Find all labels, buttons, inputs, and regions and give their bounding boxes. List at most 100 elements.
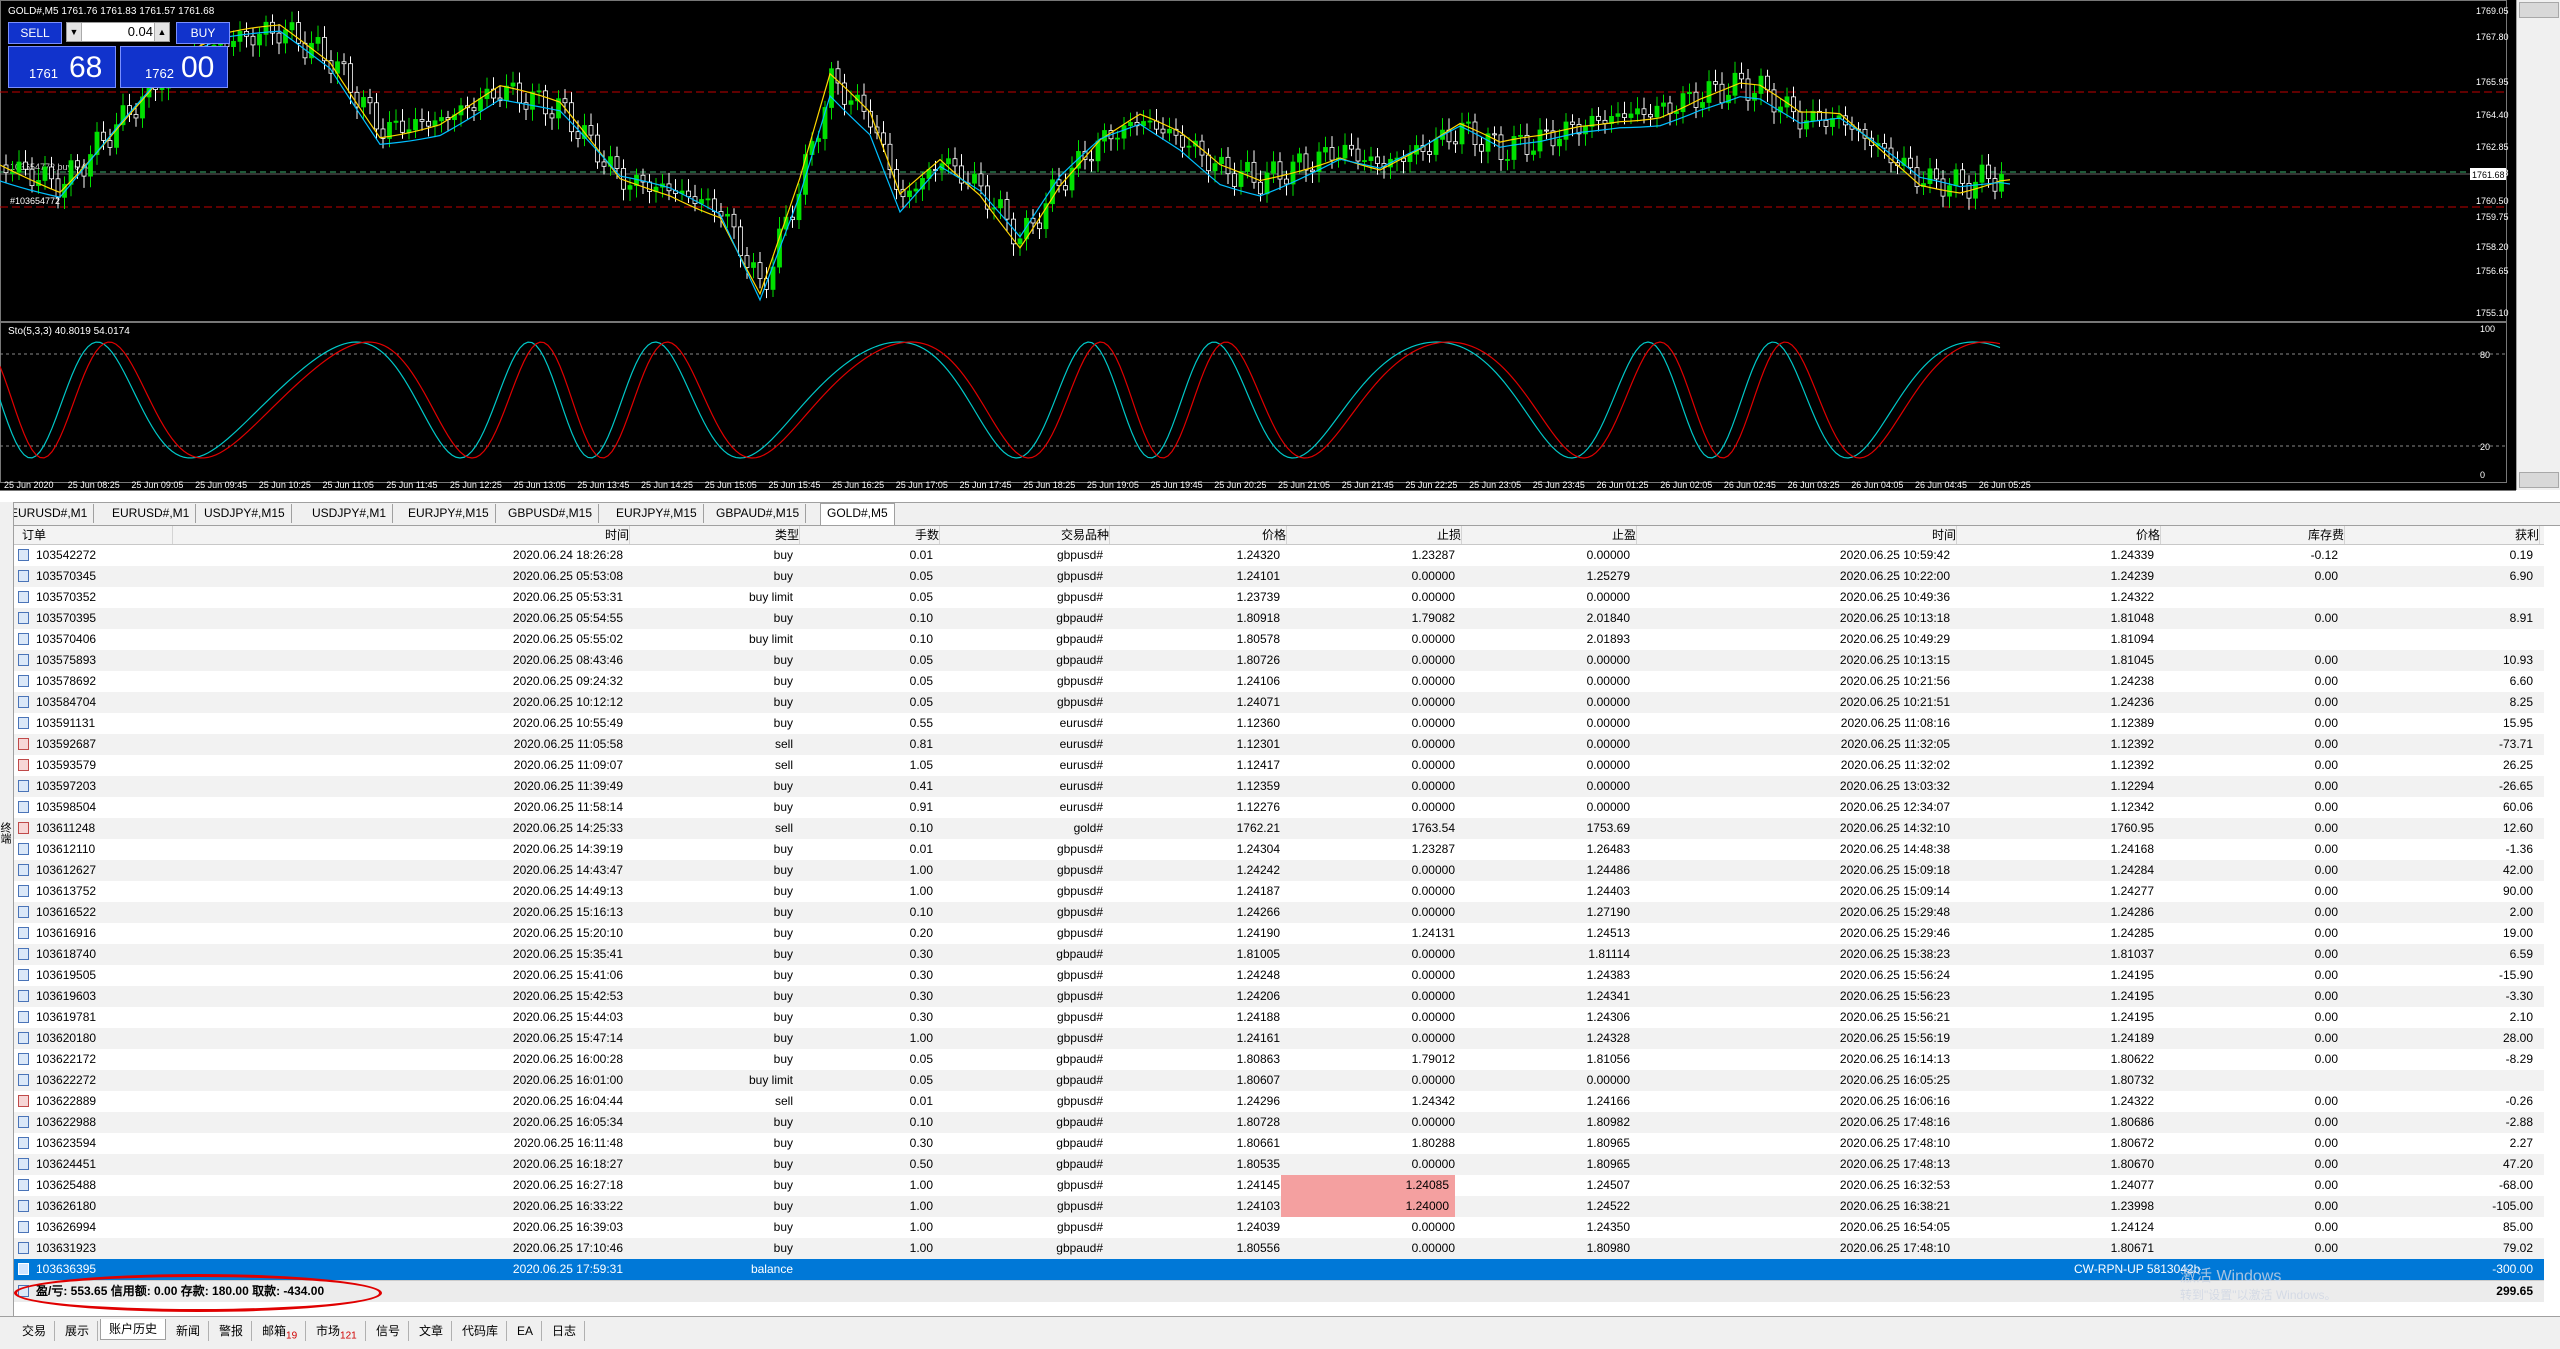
chart-tab[interactable]: EURJPY#,M15 bbox=[610, 504, 704, 523]
table-row[interactable]: 103613752 2020.06.25 14:49:13 buy 1.00 gbpus… bbox=[14, 881, 2544, 902]
table-row[interactable]: 103570406 2020.06.25 05:55:02 buy limit 0.1… bbox=[14, 629, 2544, 650]
terminal-tab[interactable]: 警报 bbox=[211, 1321, 253, 1341]
column-header[interactable]: 时间 bbox=[1641, 526, 1957, 544]
table-cell: 1.24166 bbox=[1586, 1094, 1630, 1108]
candle bbox=[101, 131, 106, 141]
column-header[interactable]: 价格 bbox=[1960, 526, 2161, 544]
column-header[interactable]: 获利 bbox=[2349, 526, 2540, 544]
table-cell: buy bbox=[773, 611, 793, 625]
table-row[interactable]: 103626180 2020.06.25 16:33:22 buy 1.00 gbpus… bbox=[14, 1196, 2544, 1217]
column-header[interactable]: 手数 bbox=[804, 526, 940, 544]
table-row[interactable]: 103570352 2020.06.25 05:53:31 buy limit 0.0… bbox=[14, 587, 2544, 608]
table-row[interactable]: 103616916 2020.06.25 15:20:10 buy 0.20 gbpus… bbox=[14, 923, 2544, 944]
candle bbox=[1979, 164, 1985, 183]
table-row[interactable]: 103597203 2020.06.25 11:39:49 buy 0.41 eurus… bbox=[14, 776, 2544, 797]
chart-tab[interactable]: GBPUSD#,M15 bbox=[502, 504, 600, 523]
table-row[interactable]: 103612110 2020.06.25 14:39:19 buy 0.01 gbpus… bbox=[14, 839, 2544, 860]
chart-side-scrollbar[interactable] bbox=[2516, 0, 2560, 490]
scroll-down-icon[interactable] bbox=[2519, 472, 2559, 488]
table-cell: 103622172 bbox=[36, 1052, 97, 1066]
table-row[interactable]: 103598504 2020.06.25 11:58:14 buy 0.91 eurus… bbox=[14, 797, 2544, 818]
chart-tab[interactable]: EURUSD#,M1 bbox=[4, 504, 95, 523]
lot-size-input[interactable]: ▼ 0.04 ▲ bbox=[66, 22, 170, 42]
table-row[interactable]: 103593579 2020.06.25 11:09:07 sell 1.05 euru… bbox=[14, 755, 2544, 776]
chart-tab[interactable]: EURJPY#,M15 bbox=[402, 504, 496, 523]
table-row[interactable]: 103575893 2020.06.25 08:43:46 buy 0.05 gbpau… bbox=[14, 650, 2544, 671]
candle bbox=[439, 117, 444, 122]
table-row[interactable]: 103570395 2020.06.25 05:54:55 buy 0.10 gbpau… bbox=[14, 608, 2544, 629]
table-row[interactable]: 103624451 2020.06.25 16:18:27 buy 0.50 gbpau… bbox=[14, 1154, 2544, 1175]
stochastic-chart[interactable]: Sto(5,3,3) 40.8019 54.0174 100 80 20 0 25 Jun… bbox=[0, 322, 2516, 490]
deal-icon bbox=[18, 927, 29, 939]
terminal-tab[interactable]: 账户历史 bbox=[100, 1319, 167, 1340]
terminal-tab[interactable]: 市场121 bbox=[308, 1321, 366, 1341]
table-row[interactable]: 103622272 2020.06.25 16:01:00 buy limit 0.0… bbox=[14, 1070, 2544, 1091]
chart-tab[interactable]: GOLD#,M5 bbox=[820, 503, 895, 525]
terminal-tab[interactable]: EA bbox=[509, 1321, 543, 1341]
column-header[interactable]: 时间 bbox=[174, 526, 630, 544]
table-row[interactable]: 103542272 2020.06.24 18:26:28 buy 0.01 gbpus… bbox=[14, 545, 2544, 566]
chart-tab[interactable]: EURUSD#,M1 bbox=[106, 504, 197, 523]
table-row[interactable]: 103611248 2020.06.25 14:25:33 sell 0.10 gold… bbox=[14, 818, 2544, 839]
table-row[interactable]: 103578692 2020.06.25 09:24:32 buy 0.05 gbpus… bbox=[14, 671, 2544, 692]
terminal-tab[interactable]: 邮箱19 bbox=[254, 1321, 307, 1341]
terminal-tab[interactable]: 代码库 bbox=[454, 1321, 508, 1341]
table-row[interactable]: 103622889 2020.06.25 16:04:44 sell 0.01 gbpu… bbox=[14, 1091, 2544, 1112]
chart-tab[interactable]: GBPAUD#,M15 bbox=[710, 504, 807, 523]
sell-price-box[interactable]: 1761 68 bbox=[8, 46, 116, 88]
table-row[interactable]: 103618740 2020.06.25 15:35:41 buy 0.30 gbpau… bbox=[14, 944, 2544, 965]
table-row[interactable]: 103584704 2020.06.25 10:12:12 buy 0.05 gbpus… bbox=[14, 692, 2544, 713]
table-row[interactable]: 103619505 2020.06.25 15:41:06 buy 0.30 gbpus… bbox=[14, 965, 2544, 986]
terminal-tab[interactable]: 展示 bbox=[57, 1321, 99, 1341]
candle bbox=[1791, 96, 1796, 113]
table-row[interactable]: 103625488 2020.06.25 16:27:18 buy 1.00 gbpus… bbox=[14, 1175, 2544, 1196]
balance-row[interactable]: 103636395 2020.06.25 17:59:31 balance CW-RP… bbox=[14, 1259, 2544, 1280]
terminal-side-bar[interactable]: 终端 bbox=[0, 502, 14, 1348]
candle bbox=[29, 168, 35, 187]
table-row[interactable]: 103623594 2020.06.25 16:11:48 buy 0.30 gbpau… bbox=[14, 1133, 2544, 1154]
terminal-tab[interactable]: 交易 bbox=[14, 1321, 56, 1341]
table-cell: 103613752 bbox=[36, 884, 97, 898]
table-row[interactable]: 103619781 2020.06.25 15:44:03 buy 0.30 gbpus… bbox=[14, 1007, 2544, 1028]
chart-tab[interactable]: USDJPY#,M1 bbox=[306, 504, 394, 523]
chart-window[interactable]: GOLD#,M5 1761.76 1761.83 1761.57 1761.68… bbox=[0, 0, 2516, 491]
lot-size-value[interactable]: 0.04 bbox=[83, 23, 153, 41]
lot-decrease-icon[interactable]: ▼ bbox=[67, 23, 82, 41]
chart-tab[interactable]: USDJPY#,M15 bbox=[198, 504, 292, 523]
candle bbox=[419, 119, 425, 122]
column-header[interactable]: 订单 bbox=[22, 526, 173, 544]
column-header[interactable]: 交易品种 bbox=[944, 526, 1110, 544]
table-row[interactable]: 103612627 2020.06.25 14:43:47 buy 1.00 gbpus… bbox=[14, 860, 2544, 881]
table-row[interactable]: 103622988 2020.06.25 16:05:34 buy 0.10 gbpau… bbox=[14, 1112, 2544, 1133]
table-cell: 1.12392 bbox=[2110, 737, 2154, 751]
table-row[interactable]: 103592687 2020.06.25 11:05:58 sell 0.81 euru… bbox=[14, 734, 2544, 755]
buy-button[interactable]: BUY bbox=[176, 22, 230, 44]
table-row[interactable]: 103622172 2020.06.25 16:00:28 buy 0.05 gbpau… bbox=[14, 1049, 2544, 1070]
table-row[interactable]: 103570345 2020.06.25 05:53:08 buy 0.05 gbpus… bbox=[14, 566, 2544, 587]
column-header[interactable]: 止损 bbox=[1291, 526, 1462, 544]
table-cell: 79.02 bbox=[2502, 1241, 2533, 1255]
column-header[interactable]: 类型 bbox=[634, 526, 800, 544]
table-row[interactable]: 103626994 2020.06.25 16:39:03 buy 1.00 gbpus… bbox=[14, 1217, 2544, 1238]
price-axis-label: 1759.75 bbox=[2476, 212, 2509, 222]
table-row[interactable]: 103631923 2020.06.25 17:10:46 buy 1.00 gbpau… bbox=[14, 1238, 2544, 1259]
scroll-up-icon[interactable] bbox=[2519, 2, 2559, 18]
candle bbox=[1908, 157, 1913, 169]
sell-button[interactable]: SELL bbox=[8, 22, 62, 44]
table-row[interactable]: 103619603 2020.06.25 15:42:53 buy 0.30 gbpus… bbox=[14, 986, 2544, 1007]
column-header[interactable]: 价格 bbox=[1114, 526, 1287, 544]
terminal-tab[interactable]: 日志 bbox=[544, 1321, 586, 1341]
terminal-tab[interactable]: 信号 bbox=[368, 1321, 410, 1341]
lot-increase-icon[interactable]: ▲ bbox=[154, 23, 169, 41]
table-row[interactable]: 103591131 2020.06.25 10:55:49 buy 0.55 eurus… bbox=[14, 713, 2544, 734]
terminal-tab[interactable]: 新闻 bbox=[168, 1321, 210, 1341]
column-header[interactable]: 止盈 bbox=[1466, 526, 1637, 544]
buy-price-box[interactable]: 1762 00 bbox=[120, 46, 228, 88]
column-header[interactable]: 库存费 bbox=[2164, 526, 2345, 544]
price-chart[interactable]: GOLD#,M5 1761.76 1761.83 1761.57 1761.68… bbox=[0, 0, 2516, 322]
table-row[interactable]: 103616522 2020.06.25 15:16:13 buy 0.10 gbpus… bbox=[14, 902, 2544, 923]
deal-icon bbox=[18, 1158, 29, 1170]
table-row[interactable]: 103620180 2020.06.25 15:47:14 buy 1.00 gbpus… bbox=[14, 1028, 2544, 1049]
terminal-tab[interactable]: 文章 bbox=[411, 1321, 453, 1341]
table-cell: 103598504 bbox=[36, 800, 97, 814]
